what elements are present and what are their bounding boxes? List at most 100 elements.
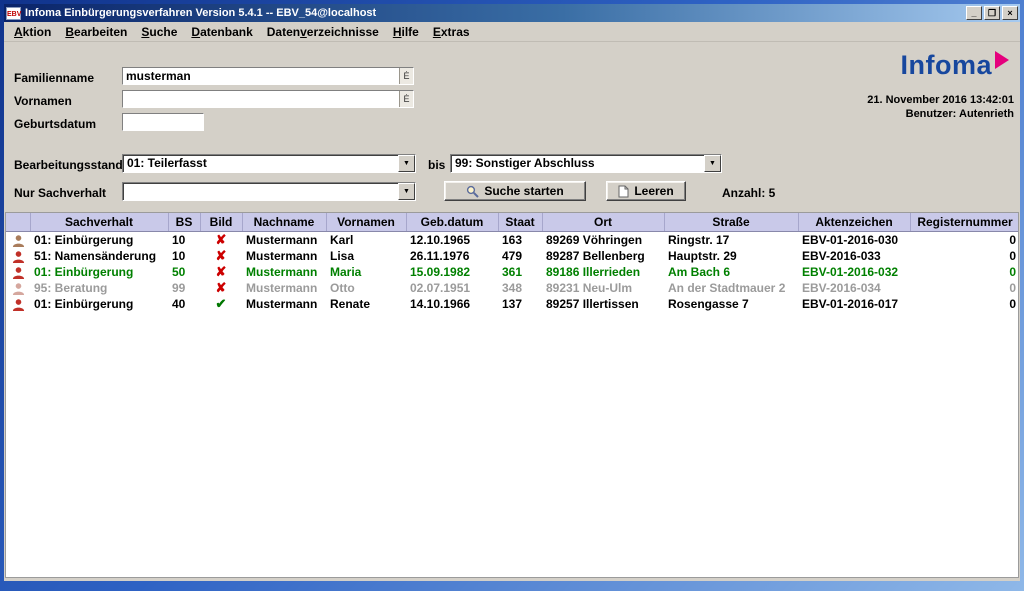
vornamen-label: Vornamen bbox=[14, 94, 72, 108]
chevron-down-icon[interactable]: ▼ bbox=[398, 183, 415, 200]
person-avatar-icon bbox=[6, 248, 30, 264]
column-header[interactable] bbox=[6, 213, 30, 231]
vornamen-input[interactable] bbox=[123, 91, 399, 107]
infoma-logo: Infoma bbox=[900, 50, 992, 81]
cell-vornamen: Renate bbox=[326, 296, 406, 312]
cell-nachname: Mustermann bbox=[242, 231, 326, 248]
cell-staat: 137 bbox=[498, 296, 542, 312]
chevron-down-icon[interactable]: ▼ bbox=[704, 155, 721, 172]
cell-vornamen: Otto bbox=[326, 280, 406, 296]
cell-aktenzeichen: EBV-01-2016-032 bbox=[798, 264, 910, 280]
menu-item-datenbank[interactable]: Datenbank bbox=[185, 23, 260, 41]
geburtsdatum-field-wrap bbox=[122, 113, 204, 131]
cell-nachname: Mustermann bbox=[242, 248, 326, 264]
clear-button[interactable]: Leeren bbox=[606, 181, 686, 201]
nur-sachverhalt-select[interactable]: ▼ bbox=[122, 182, 416, 201]
cell-ort: 89269 Vöhringen bbox=[542, 231, 664, 248]
menu-item-datenverzeichnisse[interactable]: Datenverzeichnisse bbox=[261, 23, 387, 41]
cell-aktenzeichen: EBV-2016-034 bbox=[798, 280, 910, 296]
cell-aktenzeichen: EBV-01-2016-017 bbox=[798, 296, 910, 312]
bis-label: bis bbox=[428, 158, 445, 172]
cell-ort: 89287 Bellenberg bbox=[542, 248, 664, 264]
cell-staat: 361 bbox=[498, 264, 542, 280]
cell-registernummer: 0 bbox=[910, 280, 1019, 296]
result-count: Anzahl: 5 bbox=[722, 186, 775, 200]
bearbeitungsstand-from-select[interactable]: 01: Teilerfasst ▼ bbox=[122, 154, 416, 173]
cell-sachverhalt: 01: Einbürgerung bbox=[30, 296, 168, 312]
column-header[interactable]: Bild bbox=[200, 213, 242, 231]
cell-nachname: Mustermann bbox=[242, 280, 326, 296]
table-row[interactable]: 01: Einbürgerung 10 ✘ Mustermann Karl 12… bbox=[6, 231, 1019, 248]
vornamen-field-wrap: Ė bbox=[122, 90, 414, 108]
cell-ort: 89257 Illertissen bbox=[542, 296, 664, 312]
column-header[interactable]: Vornamen bbox=[326, 213, 406, 231]
cell-registernummer: 0 bbox=[910, 264, 1019, 280]
person-avatar-icon bbox=[6, 231, 30, 248]
datetime-text: 21. November 2016 13:42:01 bbox=[867, 94, 1014, 106]
column-header[interactable]: Sachverhalt bbox=[30, 213, 168, 231]
column-header[interactable]: BS bbox=[168, 213, 200, 231]
app-icon: EBV bbox=[6, 7, 21, 20]
phonetic-icon[interactable]: Ė bbox=[399, 91, 413, 107]
title-bar: EBV Infoma Einbürgerungsverfahren Versio… bbox=[4, 4, 1020, 22]
photo-status-icon: ✔ bbox=[200, 296, 242, 312]
table-row[interactable]: 01: Einbürgerung 40 ✔ Mustermann Renate … bbox=[6, 296, 1019, 312]
table-header-row: SachverhaltBSBildNachnameVornamenGeb.dat… bbox=[6, 213, 1019, 231]
cell-staat: 479 bbox=[498, 248, 542, 264]
minimize-button[interactable]: _ bbox=[966, 6, 982, 20]
column-header[interactable]: Staat bbox=[498, 213, 542, 231]
cell-bs: 10 bbox=[168, 248, 200, 264]
phonetic-icon[interactable]: Ė bbox=[399, 68, 413, 84]
column-header[interactable]: Aktenzeichen bbox=[798, 213, 910, 231]
search-button[interactable]: Suche starten bbox=[444, 181, 586, 201]
cell-bs: 50 bbox=[168, 264, 200, 280]
column-header[interactable]: Registernummer bbox=[910, 213, 1019, 231]
close-button[interactable]: × bbox=[1002, 6, 1018, 20]
menu-item-suche[interactable]: Suche bbox=[135, 23, 185, 41]
menu-item-aktion[interactable]: Aktion bbox=[8, 23, 59, 41]
familienname-label: Familienname bbox=[14, 71, 94, 85]
bearbeitungsstand-label: Bearbeitungsstand bbox=[14, 158, 123, 172]
table-row[interactable]: 95: Beratung 99 ✘ Mustermann Otto 02.07.… bbox=[6, 280, 1019, 296]
cell-registernummer: 0 bbox=[910, 296, 1019, 312]
cell-gebdatum: 02.07.1951 bbox=[406, 280, 498, 296]
photo-status-icon: ✘ bbox=[200, 264, 242, 280]
cell-sachverhalt: 95: Beratung bbox=[30, 280, 168, 296]
cell-strasse: Hauptstr. 29 bbox=[664, 248, 798, 264]
bearbeitungsstand-to-select[interactable]: 99: Sonstiger Abschluss ▼ bbox=[450, 154, 722, 173]
menu-item-bearbeiten[interactable]: Bearbeiten bbox=[59, 23, 135, 41]
cell-ort: 89186 Illerrieden bbox=[542, 264, 664, 280]
geburtsdatum-input[interactable] bbox=[123, 114, 203, 130]
cell-gebdatum: 15.09.1982 bbox=[406, 264, 498, 280]
column-header[interactable]: Nachname bbox=[242, 213, 326, 231]
person-avatar-icon bbox=[6, 280, 30, 296]
cell-bs: 99 bbox=[168, 280, 200, 296]
document-icon bbox=[618, 185, 629, 198]
results-table: SachverhaltBSBildNachnameVornamenGeb.dat… bbox=[5, 212, 1019, 578]
cell-vornamen: Maria bbox=[326, 264, 406, 280]
cell-strasse: Rosengasse 7 bbox=[664, 296, 798, 312]
column-header[interactable]: Ort bbox=[542, 213, 664, 231]
cell-sachverhalt: 51: Namensänderung bbox=[30, 248, 168, 264]
cell-gebdatum: 26.11.1976 bbox=[406, 248, 498, 264]
cell-bs: 40 bbox=[168, 296, 200, 312]
menu-bar: AktionBearbeitenSucheDatenbankDatenverze… bbox=[4, 22, 1020, 42]
column-header[interactable]: Straße bbox=[664, 213, 798, 231]
cell-staat: 348 bbox=[498, 280, 542, 296]
table-row[interactable]: 01: Einbürgerung 50 ✘ Mustermann Maria 1… bbox=[6, 264, 1019, 280]
logo-triangle-icon bbox=[994, 51, 1010, 69]
familienname-input[interactable] bbox=[123, 68, 399, 84]
menu-item-hilfe[interactable]: Hilfe bbox=[387, 23, 427, 41]
menu-item-extras[interactable]: Extras bbox=[427, 23, 478, 41]
geburtsdatum-label: Geburtsdatum bbox=[14, 117, 96, 131]
column-header[interactable]: Geb.datum bbox=[406, 213, 498, 231]
cell-registernummer: 0 bbox=[910, 248, 1019, 264]
table-row[interactable]: 51: Namensänderung 10 ✘ Mustermann Lisa … bbox=[6, 248, 1019, 264]
photo-status-icon: ✘ bbox=[200, 248, 242, 264]
cell-gebdatum: 14.10.1966 bbox=[406, 296, 498, 312]
maximize-button[interactable]: ❐ bbox=[984, 6, 1000, 20]
chevron-down-icon[interactable]: ▼ bbox=[398, 155, 415, 172]
window-title: Infoma Einbürgerungsverfahren Version 5.… bbox=[25, 7, 966, 19]
photo-status-icon: ✘ bbox=[200, 280, 242, 296]
cell-vornamen: Karl bbox=[326, 231, 406, 248]
